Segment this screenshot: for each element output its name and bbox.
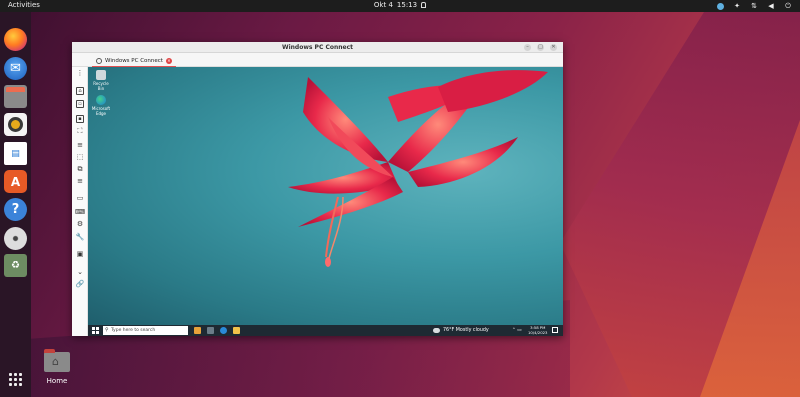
app-center-icon[interactable]: A [4,170,27,193]
taskbar-clock[interactable]: 3:58 PM 10/4/2023 [528,325,547,335]
edge-taskbar-icon[interactable] [220,327,227,334]
accessibility-icon[interactable]: ✦ [733,2,741,10]
tab-bar: Windows PC Connect ✕ [72,53,563,67]
cloud-icon [433,328,440,333]
dock: ✉ ▤ A ? ♻ [0,12,31,397]
task-view-icon[interactable] [207,327,214,334]
cortana-icon[interactable] [194,327,201,334]
volume-icon[interactable]: ◀ [767,2,775,10]
tab-windows-pc-connect[interactable]: Windows PC Connect ✕ [92,55,176,67]
scale-icon[interactable]: ⧉ [75,165,85,174]
clock-button[interactable]: Okt 4 15:13 [373,1,427,9]
taskbar-search-input[interactable]: Type here to search [103,326,188,335]
window-icon[interactable]: ▫ [76,100,84,108]
rhythmbox-icon[interactable] [4,113,27,136]
remote-desktop-view[interactable]: Recycle Bin Microsoft Edge [88,67,563,325]
tab-close-icon[interactable]: ✕ [165,57,172,64]
fit-screen-icon[interactable]: ▪ [76,115,84,123]
clock-time: 15:13 [396,1,418,9]
app-indicator-icon[interactable] [717,2,724,10]
keyboard-icon[interactable]: ⌨ [75,208,85,217]
system-tray-icons[interactable]: ⌃ ▭ [512,326,521,335]
home-folder-icon[interactable] [44,349,70,374]
thunderbird-icon[interactable]: ✉ [4,57,27,80]
camera-icon[interactable]: ▣ [75,250,85,259]
chevron-down-icon[interactable]: ⌄ [75,268,85,277]
maximize-button[interactable]: □ [537,44,544,51]
home-folder-label[interactable]: Home [38,377,76,385]
files-icon[interactable] [4,85,27,108]
menu-icon[interactable]: ⋮ [75,69,85,78]
firefox-icon[interactable] [4,28,27,51]
close-button[interactable]: ✕ [550,44,557,51]
windows-start-icon[interactable] [92,327,99,334]
remote-window: Windows PC Connect – □ ✕ Windows PC Conn… [72,42,563,336]
network-icon[interactable]: ⇅ [750,2,758,10]
trash-icon[interactable]: ♻ [4,254,27,277]
wallpaper-shape [560,12,800,397]
display-icon[interactable]: ▭ [75,194,85,203]
wrench-icon[interactable]: 🔧 [75,233,85,242]
clock-date: Okt 4 [373,1,393,9]
windows-taskbar: Type here to search 76°F Mostly cloudy ⌃… [88,325,563,336]
tab-label: Windows PC Connect [105,57,163,64]
edge-label: Microsoft Edge [91,106,111,116]
menu-lines-icon[interactable]: ≡ [75,177,85,186]
fullscreen-icon[interactable]: ⛶ [75,127,85,136]
settings-icon[interactable]: ⚙ [75,220,85,229]
libreoffice-writer-icon[interactable]: ▤ [4,142,27,165]
recycle-bin-label: Recycle Bin [93,81,109,91]
weather-text: 76°F Mostly cloudy [443,328,489,333]
clock: Okt 4 15:13 [0,1,800,9]
system-tray[interactable]: ✦ ⇅ ◀ ⏻ [717,2,792,10]
window-controls: – □ ✕ [524,44,557,51]
show-apps-icon[interactable] [9,373,22,386]
minimize-button[interactable]: – [524,44,531,51]
taskbar-date: 10/4/2023 [528,330,548,335]
top-bar: Activities Okt 4 15:13 ✦ ⇅ ◀ ⏻ [0,0,800,12]
window-title[interactable]: Windows PC Connect [72,42,563,53]
edge-icon[interactable]: Microsoft Edge [90,95,112,116]
home-icon[interactable]: ⌂ [76,87,84,95]
list-icon[interactable]: ≡ [75,141,85,150]
remote-toolbar: ⋮ ⌂ ▫ ▪ ⛶ ≡ ⬚ ⧉ ≡ ▭ ⌨ ⚙ 🔧 ▣ ⌄ 🔗 [72,67,88,336]
file-explorer-icon[interactable] [233,327,240,334]
recycle-bin-icon[interactable]: Recycle Bin [90,70,112,91]
connection-icon [96,57,102,64]
power-icon[interactable]: ⏻ [784,2,792,10]
wallpaper-shape [700,120,800,397]
flower-wallpaper [288,70,548,267]
weather-widget[interactable]: 76°F Mostly cloudy [433,326,489,335]
link-icon[interactable]: 🔗 [75,280,85,289]
dvd-icon[interactable] [4,227,27,250]
notification-bell-icon [421,2,427,8]
notification-icon[interactable] [552,327,558,333]
resize-icon[interactable]: ⬚ [75,153,85,162]
help-icon[interactable]: ? [4,198,27,221]
